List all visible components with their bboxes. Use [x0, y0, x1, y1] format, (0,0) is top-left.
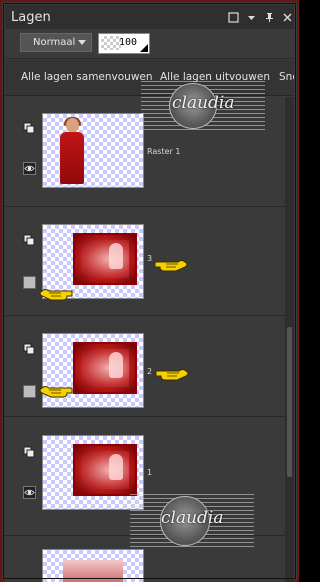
woman-figure [57, 117, 87, 186]
layer-stack-icon [23, 446, 36, 459]
scrollbar-thumb[interactable] [287, 327, 292, 477]
blend-mode-select[interactable]: Normaal [20, 33, 92, 52]
pointing-hand-icon [37, 381, 73, 399]
head [66, 118, 79, 133]
pointing-hand-icon [37, 284, 73, 302]
opacity-value: 100 [118, 37, 137, 48]
opacity-field[interactable]: 100 [98, 33, 150, 54]
blend-row: Normaal 100 [5, 29, 294, 59]
hidden-box-icon[interactable] [23, 276, 36, 289]
pointing-hand-icon [155, 364, 191, 382]
panel-titlebar: Lagen [5, 5, 294, 29]
collapse-all-layers-button[interactable]: Alle lagen samenvouwen [21, 71, 153, 83]
layer-thumbnail [42, 435, 144, 510]
watermark-text: claudia [161, 508, 224, 528]
red-dress [60, 132, 84, 184]
layer-thumbnail [42, 113, 144, 188]
watermark-logo: claudia [130, 494, 254, 548]
window-restore-icon[interactable] [226, 10, 240, 24]
watermark-text: claudia [172, 93, 235, 113]
layer-stack-icon [23, 234, 36, 247]
chevron-down-icon [78, 40, 86, 45]
red-frame-image [73, 444, 137, 496]
panel-title: Lagen [11, 9, 51, 25]
vertical-scrollbar[interactable] [285, 97, 294, 582]
watermark-logo: claudia [141, 81, 265, 131]
layer-stack-icon [23, 122, 36, 135]
pointing-hand-icon [154, 255, 190, 273]
eye-icon[interactable] [23, 162, 36, 175]
thumbnail-fragment [63, 560, 123, 582]
layer-stack-icon [23, 343, 36, 356]
hidden-box-icon[interactable] [23, 385, 36, 398]
eye-icon[interactable] [23, 486, 36, 499]
layer-name[interactable]: 1 [147, 468, 152, 477]
layer-row-3[interactable]: 3 [5, 208, 285, 316]
close-icon[interactable] [280, 10, 294, 24]
layer-thumbnail [42, 549, 144, 582]
blend-mode-value: Normaal [33, 37, 76, 48]
layer-name[interactable]: 2 [147, 367, 152, 376]
layer-name[interactable]: Raster 1 [147, 147, 180, 156]
layer-row-2[interactable]: 2 [5, 317, 285, 417]
red-frame-image [73, 233, 137, 285]
next-command-button[interactable]: Sne [279, 71, 294, 83]
layer-name[interactable]: 3 [147, 254, 152, 263]
dropdown-arrow-icon[interactable] [244, 10, 258, 24]
layers-panel-window: Lagen Normaal 100 Alle lagen samenvouwen… [0, 0, 299, 582]
red-frame-image [73, 342, 137, 394]
pin-icon[interactable] [262, 10, 276, 24]
opacity-slider-handle-icon[interactable] [140, 44, 148, 52]
